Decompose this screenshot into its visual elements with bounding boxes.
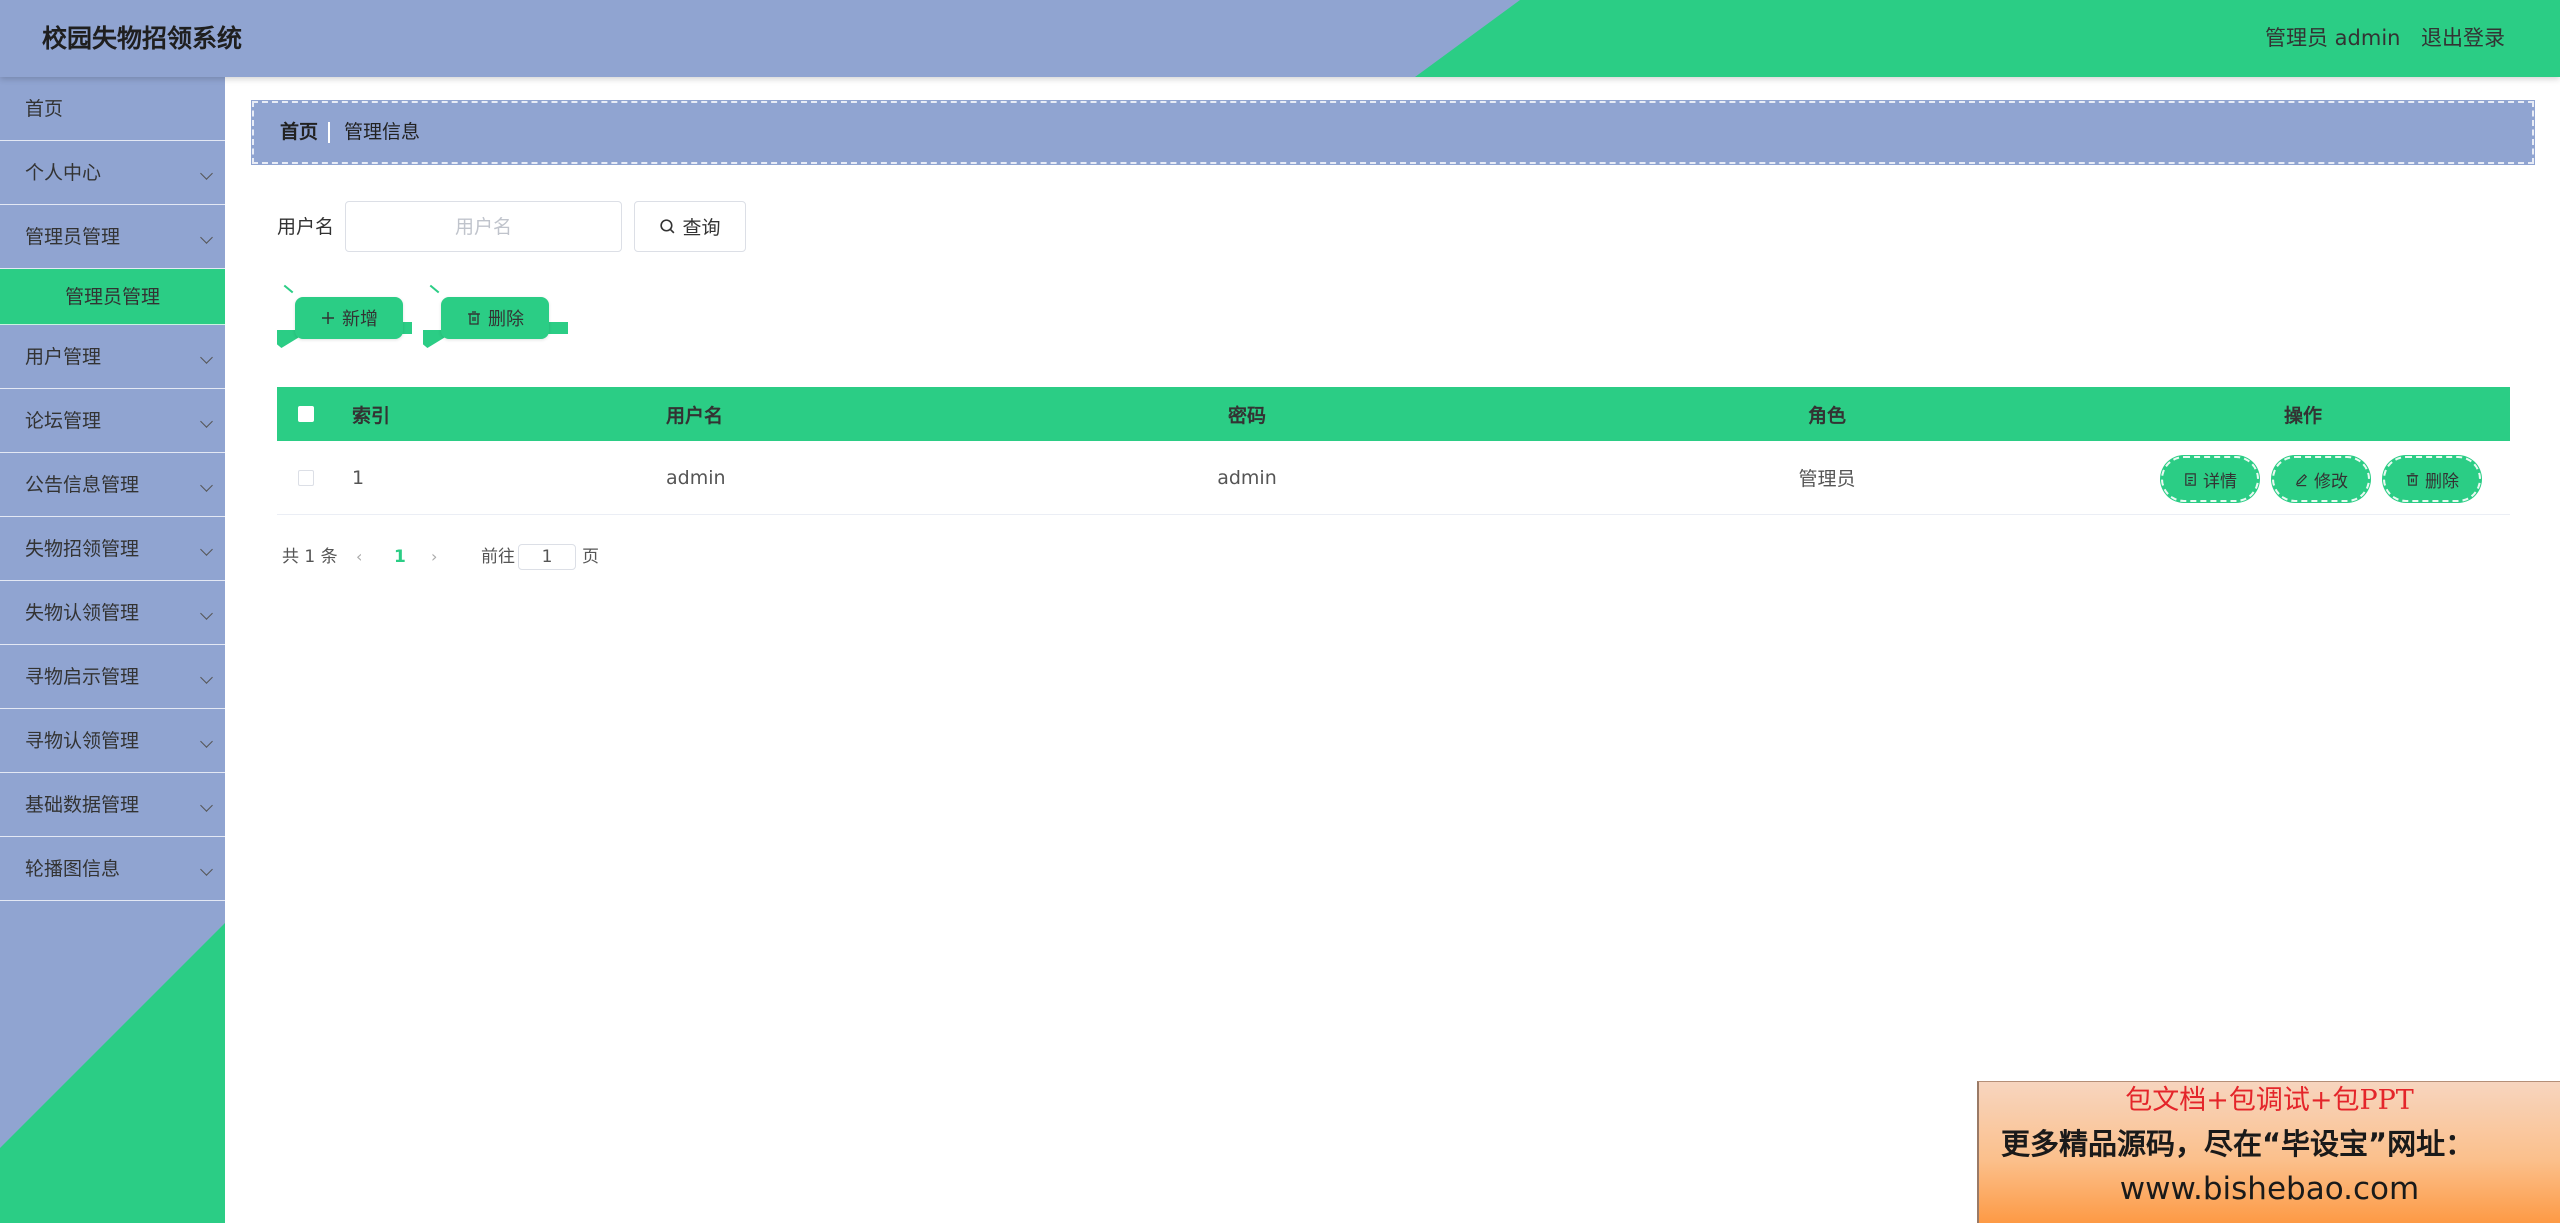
table-row: 1 admin admin 管理员 详情 修改 删除 (277, 441, 2510, 515)
sidebar-item-user-management[interactable]: 用户管理 (0, 325, 225, 389)
top-header: 校园失物招领系统 管理员 admin 退出登录 (0, 0, 2560, 77)
ad-banner-line1: 包文档+包调试+包PPT (2125, 1085, 2414, 1116)
delete-button-wrapper: 删除 (423, 284, 568, 352)
decorative-tick (283, 284, 294, 294)
breadcrumb-home[interactable]: 首页 (280, 103, 318, 162)
breadcrumb-separator (328, 122, 330, 143)
page-number-current[interactable]: 1 (394, 542, 406, 572)
chevron-down-icon (200, 231, 213, 244)
sidebar-item-label: 基础数据管理 (25, 794, 140, 816)
page-jump-input[interactable] (518, 544, 576, 570)
trash-icon (2406, 472, 2419, 486)
search-icon (660, 219, 675, 234)
breadcrumb-current: 管理信息 (344, 121, 421, 143)
chevron-down-icon (200, 863, 213, 876)
detail-button[interactable]: 详情 (2161, 456, 2259, 502)
pagination-page-suffix: 页 (582, 547, 599, 567)
app-title: 校园失物招领系统 (42, 24, 243, 53)
sidebar-item-label: 失物认领管理 (25, 602, 140, 624)
cell-role: 管理员 (1798, 468, 1856, 490)
sidebar-subitem-admin-management[interactable]: 管理员管理 (0, 269, 225, 325)
sidebar-item-admin-management[interactable]: 管理员管理 (0, 205, 225, 269)
search-username-input[interactable] (345, 201, 622, 252)
cell-password: admin (1217, 466, 1277, 489)
sidebar-menu: 首页 个人中心 管理员管理 管理员管理 用户管理 论坛管理 公告信息管理 失物招… (0, 77, 225, 901)
sidebar-item-label: 寻物认领管理 (25, 730, 140, 752)
cell-username: admin (666, 466, 726, 489)
chevron-down-icon (200, 415, 213, 428)
sidebar-item-label: 首页 (25, 98, 64, 120)
ad-banner-line2: 更多精品源码，尽在“毕设宝”网址： (2001, 1127, 2475, 1161)
add-button-label: 新增 (342, 309, 378, 330)
ad-banner-url: www.bishebao.com (2119, 1171, 2420, 1207)
chevron-down-icon (200, 479, 213, 492)
sidebar-item-lost-found-management[interactable]: 失物招领管理 (0, 517, 225, 581)
table-header: 索引 用户名 密码 角色 操作 (277, 387, 2510, 441)
trash-icon (468, 311, 480, 325)
pagination-total: 共 1 条 (282, 547, 338, 567)
sidebar-item-carousel-info[interactable]: 轮播图信息 (0, 837, 225, 901)
chevron-down-icon (200, 543, 213, 556)
prev-page-icon[interactable]: ‹ (356, 542, 362, 572)
add-button[interactable]: 新增 (295, 297, 403, 339)
sidebar-item-label: 寻物启示管理 (25, 666, 140, 688)
select-all-cell (298, 387, 314, 441)
pagination-goto-label: 前往 (481, 547, 515, 567)
chevron-down-icon (200, 671, 213, 684)
sidebar: 首页 个人中心 管理员管理 管理员管理 用户管理 论坛管理 公告信息管理 失物招… (0, 77, 225, 1223)
sidebar-item-seek-claim-management[interactable]: 寻物认领管理 (0, 709, 225, 773)
sidebar-item-lost-claim-management[interactable]: 失物认领管理 (0, 581, 225, 645)
row-delete-button-label: 删除 (2425, 471, 2459, 492)
sidebar-item-seek-notice-management[interactable]: 寻物启示管理 (0, 645, 225, 709)
sidebar-item-label: 用户管理 (25, 346, 102, 368)
admin-table: 索引 用户名 密码 角色 操作 1 admin admin 管理员 详情 修改 (277, 387, 2510, 515)
document-icon (2185, 472, 2196, 486)
chevron-down-icon (200, 607, 213, 620)
breadcrumb: 首页 管理信息 (252, 101, 2534, 164)
row-delete-button[interactable]: 删除 (2383, 456, 2481, 502)
row-checkbox[interactable] (298, 469, 314, 486)
sidebar-item-label: 管理员管理 (25, 226, 121, 248)
header-background-shape (0, 0, 1520, 77)
sidebar-item-forum-management[interactable]: 论坛管理 (0, 389, 225, 453)
search-button[interactable]: 查询 (634, 201, 746, 252)
column-header-username: 用户名 (666, 404, 724, 427)
chevron-down-icon (200, 351, 213, 364)
add-button-wrapper: 新增 (277, 284, 412, 352)
sidebar-item-label: 轮播图信息 (25, 858, 121, 880)
plus-icon (322, 312, 334, 324)
edit-button-label: 修改 (2314, 471, 2348, 492)
sidebar-item-label: 失物招领管理 (25, 538, 140, 560)
ad-banner: 包文档+包调试+包PPT 更多精品源码，尽在“毕设宝”网址： www.bishe… (1977, 1081, 2560, 1223)
edit-icon (2295, 473, 2308, 486)
batch-delete-button[interactable]: 删除 (441, 297, 549, 339)
sidebar-item-notice-management[interactable]: 公告信息管理 (0, 453, 225, 517)
sidebar-item-label: 论坛管理 (25, 410, 102, 432)
chevron-down-icon (200, 799, 213, 812)
select-all-checkbox[interactable] (298, 406, 314, 422)
sidebar-item-home[interactable]: 首页 (0, 77, 225, 141)
batch-delete-button-label: 删除 (488, 309, 524, 330)
search-button-label: 查询 (682, 217, 721, 239)
column-header-password: 密码 (1227, 404, 1266, 427)
row-select-cell (298, 441, 314, 514)
logout-link[interactable]: 退出登录 (2421, 0, 2505, 77)
column-header-index: 索引 (352, 404, 391, 427)
column-header-actions: 操作 (2283, 404, 2322, 427)
sidebar-item-label: 公告信息管理 (25, 474, 140, 496)
sidebar-item-base-data-management[interactable]: 基础数据管理 (0, 773, 225, 837)
next-page-icon[interactable]: › (431, 542, 437, 572)
chevron-down-icon (200, 735, 213, 748)
column-header-role: 角色 (1807, 404, 1846, 427)
sidebar-item-personal-center[interactable]: 个人中心 (0, 141, 225, 205)
decorative-tick (429, 284, 440, 294)
edit-button[interactable]: 修改 (2272, 456, 2370, 502)
current-user-label: 管理员 admin (2265, 26, 2401, 50)
detail-button-label: 详情 (2203, 471, 2237, 492)
cell-index: 1 (352, 466, 365, 489)
sidebar-item-label: 个人中心 (25, 162, 102, 184)
chevron-down-icon (200, 167, 213, 180)
search-username-label: 用户名 (277, 216, 335, 238)
decorative-tail (546, 322, 568, 334)
